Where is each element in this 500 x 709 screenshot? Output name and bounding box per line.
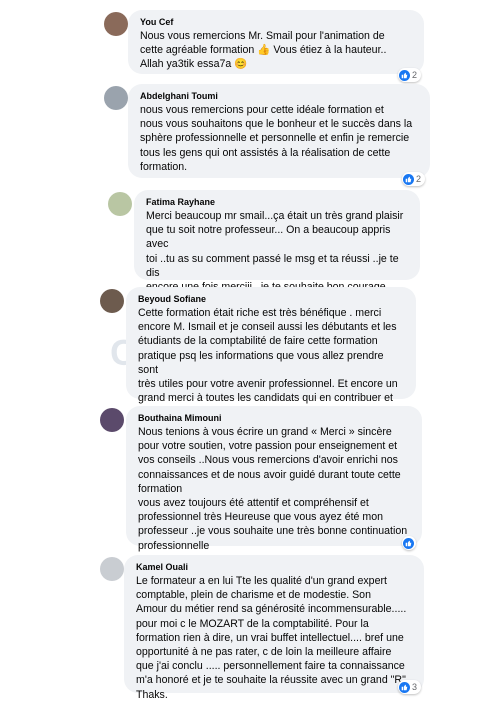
avatar[interactable]	[108, 192, 132, 216]
avatar[interactable]	[100, 557, 124, 581]
like-icon	[399, 681, 410, 693]
reaction-number: 2	[412, 70, 418, 80]
like-icon	[403, 173, 414, 185]
comment-author[interactable]: Kamel Ouali	[136, 561, 412, 573]
reaction-count[interactable]: 2	[398, 68, 422, 82]
avatar[interactable]	[104, 86, 128, 110]
comment-text: nous vous remercions pour cette idéale f…	[140, 104, 413, 173]
reaction-count[interactable]	[402, 536, 416, 550]
reaction-count[interactable]: 2	[402, 172, 426, 186]
comment-author[interactable]: Fatima Rayhane	[146, 196, 408, 208]
reaction-number: 2	[416, 174, 422, 184]
comment-author[interactable]: Abdelghani Toumi	[140, 90, 418, 102]
reaction-count[interactable]: 3	[398, 680, 422, 694]
comment-bubble: You Cef Nous vous remercions Mr. Smail p…	[128, 10, 424, 74]
comment-text: Nous vous remercions Mr. Smail pour l'an…	[140, 30, 387, 71]
like-icon	[399, 69, 410, 81]
comment-author[interactable]: Bouthaina Mimouni	[138, 412, 410, 424]
comment-text: Cette formation était riche est très bén…	[138, 307, 398, 418]
reaction-number: 3	[412, 682, 418, 692]
avatar[interactable]	[104, 12, 128, 36]
avatar[interactable]	[100, 408, 124, 432]
comment-bubble: Bouthaina Mimouni Nous tenions à vous éc…	[126, 406, 422, 552]
comment-author[interactable]: Beyoud Sofiane	[138, 293, 404, 305]
comment-text: Le formateur a en lui Tte les qualité d'…	[136, 575, 407, 701]
comment-bubble: Fatima Rayhane Merci beaucoup mr smail..…	[134, 190, 420, 307]
comment-bubble: Kamel Ouali Le formateur a en lui Tte le…	[124, 555, 424, 701]
comment-text: Nous tenions à vous écrire un grand « Me…	[138, 426, 408, 552]
avatar[interactable]	[100, 289, 124, 313]
comment-author[interactable]: You Cef	[140, 16, 412, 28]
like-icon	[403, 537, 414, 549]
comment-bubble: Abdelghani Toumi nous vous remercions po…	[128, 84, 430, 178]
comment-bubble: Beyoud Sofiane Cette formation était ric…	[126, 287, 416, 418]
